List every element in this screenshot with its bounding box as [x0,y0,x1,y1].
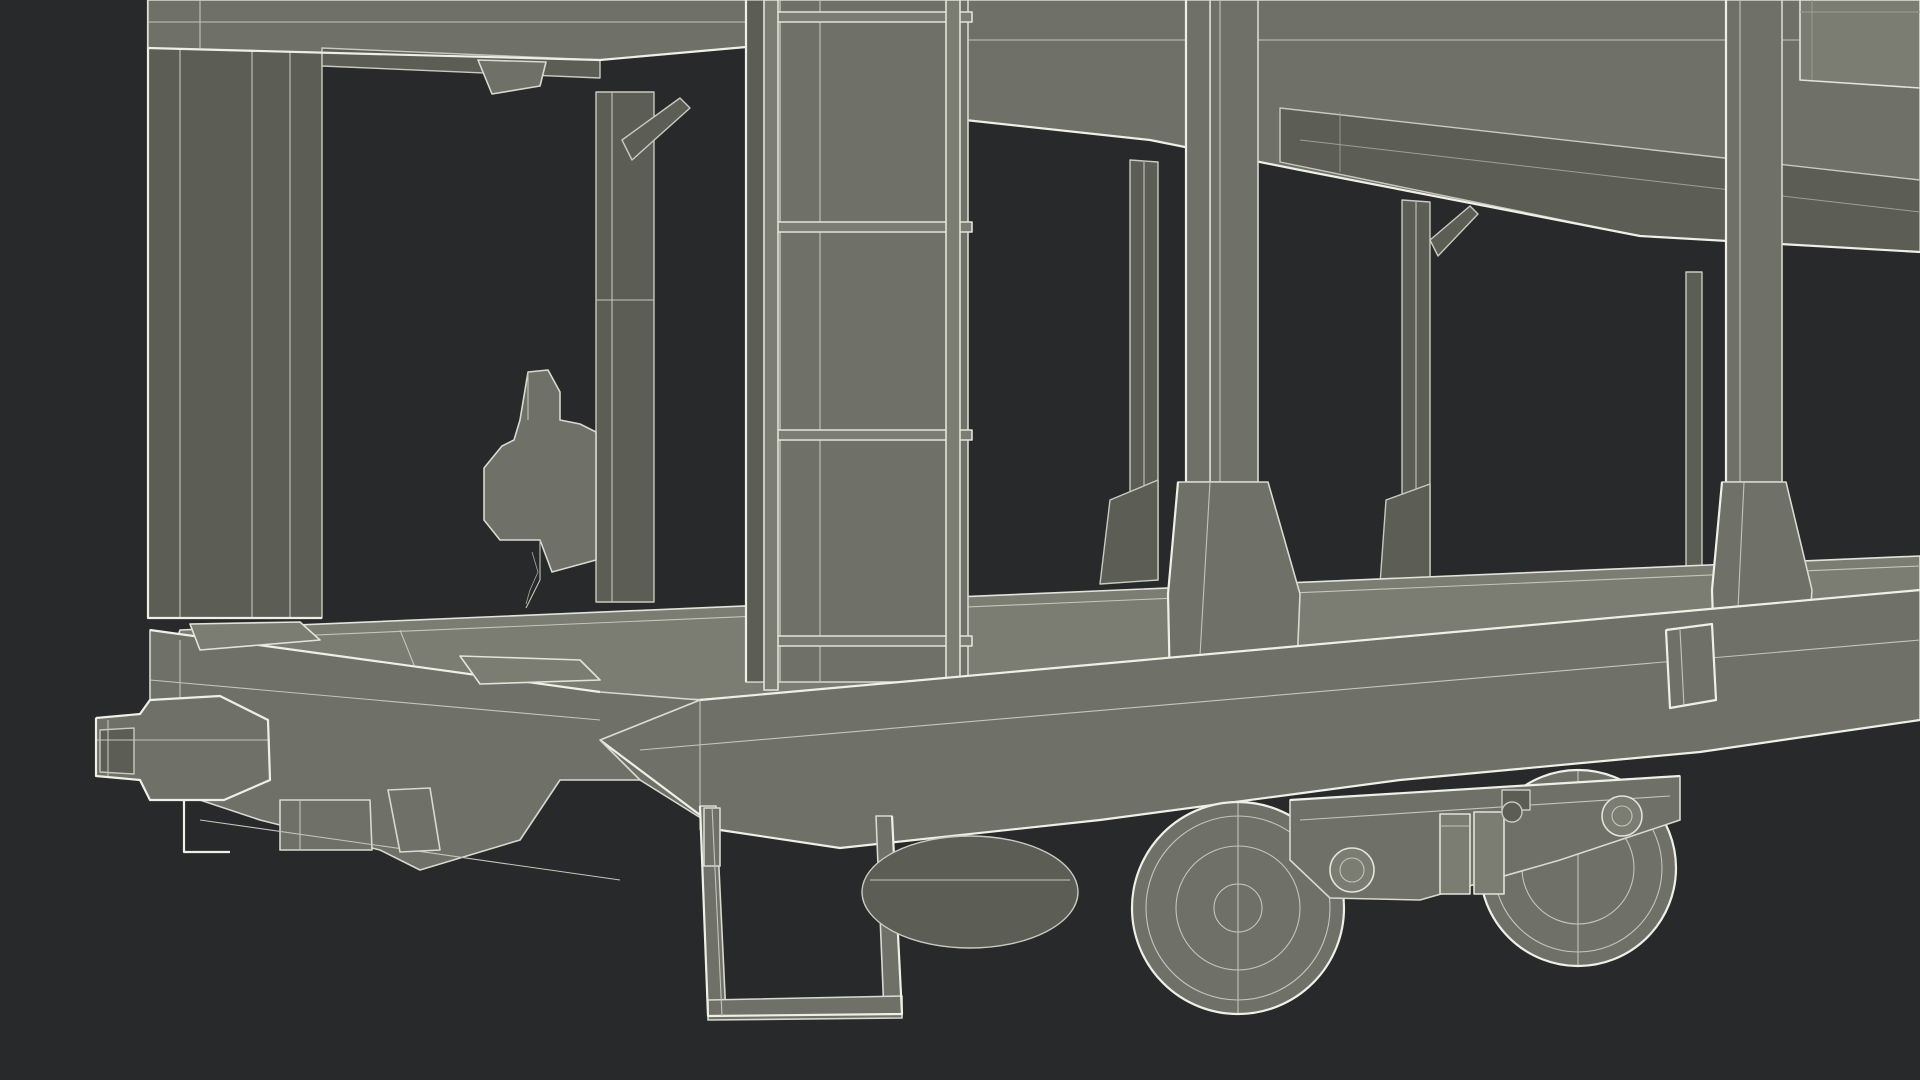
railcar-render [94,0,1920,1021]
ladder-post [744,0,973,691]
end-bulkhead-panel [146,0,323,620]
background-post-left [595,91,691,603]
sill-bracket [1664,622,1718,710]
rear-wheel [861,835,1079,949]
figure-silhouette [483,369,597,609]
render-viewport [0,0,1920,1080]
